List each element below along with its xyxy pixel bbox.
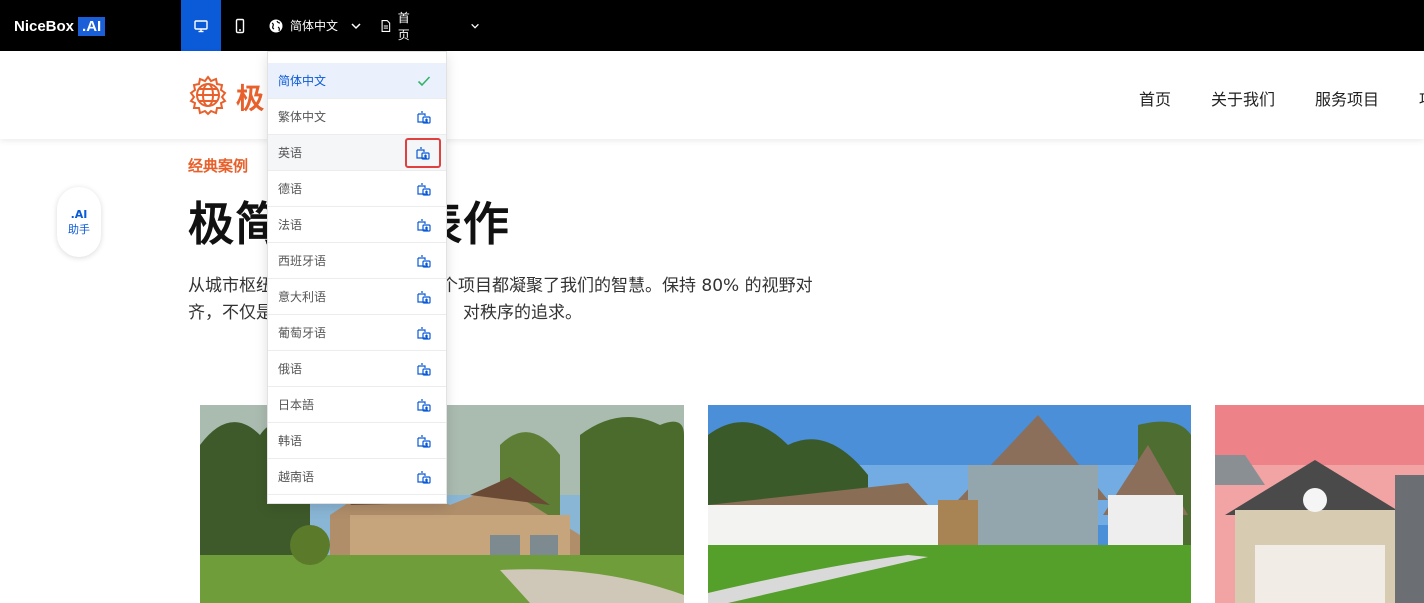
language-option-label: 俄语 <box>278 362 303 376</box>
language-option[interactable]: 繁体中文 <box>268 99 446 135</box>
main-nav: 首页 关于我们 服务项目 项 <box>1139 86 1424 110</box>
language-option[interactable]: 韩语 <box>268 423 446 459</box>
language-option[interactable]: 俄语 <box>268 351 446 387</box>
language-option[interactable]: 德语 <box>268 171 446 207</box>
nav-item-projects[interactable]: 项 <box>1419 86 1424 110</box>
nav-item-about[interactable]: 关于我们 <box>1211 86 1275 110</box>
language-option-label: 英语 <box>278 146 303 160</box>
translate-icon[interactable] <box>416 325 432 341</box>
translate-icon[interactable] <box>415 145 431 161</box>
case-photo-3[interactable] <box>1215 405 1424 603</box>
checkmark-icon <box>417 76 431 87</box>
language-option[interactable]: 西班牙语 <box>268 243 446 279</box>
language-option[interactable]: 英语 <box>268 135 446 171</box>
language-option-label: 简体中文 <box>278 74 327 88</box>
brand-logo: NiceBox .AI <box>14 15 106 37</box>
house-photo-image <box>1215 405 1424 603</box>
chevron-down-icon <box>471 23 479 29</box>
description-line2-left: 齐，不仅是 <box>188 303 273 323</box>
translate-icon[interactable] <box>416 253 432 269</box>
language-option-label: 越南语 <box>278 470 315 484</box>
chevron-down-icon <box>351 22 361 29</box>
editor-toolbar: NiceBox .AI 简体中文 首页 <box>0 0 1424 51</box>
ai-helper-label: 助手 <box>68 222 90 236</box>
brand-name: NiceBox <box>14 17 75 35</box>
description-line2-right: 对秩序的追求。 <box>463 303 582 323</box>
language-option[interactable]: 法语 <box>268 207 446 243</box>
language-option-label: 法语 <box>278 218 303 232</box>
description-line1-right: 个项目都凝聚了我们的智慧。保持 80% 的视野对 <box>441 276 813 296</box>
ai-helper-button[interactable]: .AI 助手 <box>57 187 101 257</box>
language-option[interactable]: 葡萄牙语 <box>268 315 446 351</box>
page-selector-label: 首页 <box>397 10 410 42</box>
case-photo-2[interactable] <box>708 405 1191 603</box>
brand-ai-badge: .AI <box>78 16 106 36</box>
language-option[interactable]: 日本語 <box>268 387 446 423</box>
ai-helper-tag: .AI <box>70 207 88 221</box>
document-icon <box>381 19 391 32</box>
desktop-view-button[interactable] <box>181 0 221 51</box>
language-option-label: 西班牙语 <box>278 254 327 268</box>
nav-item-services[interactable]: 服务项目 <box>1315 86 1379 110</box>
translate-icon[interactable] <box>416 433 432 449</box>
translate-icon[interactable] <box>416 181 432 197</box>
gear-globe-logo-icon <box>189 75 227 116</box>
house-photo-image <box>708 405 1191 603</box>
page-selector[interactable]: 首页 <box>380 0 480 51</box>
language-selector-label: 简体中文 <box>290 19 339 33</box>
language-option[interactable]: 意大利语 <box>268 279 446 315</box>
mobile-view-button[interactable] <box>227 0 253 51</box>
site-header: 极 首页 关于我们 服务项目 项 <box>0 51 1424 139</box>
phone-icon <box>235 18 245 33</box>
language-option-label: 葡萄牙语 <box>278 326 327 340</box>
translate-icon[interactable] <box>416 397 432 413</box>
translate-icon[interactable] <box>416 289 432 305</box>
language-option-label: 繁体中文 <box>278 110 327 124</box>
site-logo-text: 极 <box>236 82 265 115</box>
language-selector[interactable]: 简体中文 <box>268 0 370 51</box>
language-option-label: 日本語 <box>278 398 315 412</box>
nav-item-home[interactable]: 首页 <box>1139 86 1171 110</box>
translate-icon[interactable] <box>416 109 432 125</box>
translate-action-highlight[interactable] <box>405 138 441 168</box>
monitor-icon <box>194 19 208 32</box>
language-option-label: 德语 <box>278 182 303 196</box>
language-option-label: 韩语 <box>278 434 303 448</box>
translate-icon[interactable] <box>416 469 432 485</box>
section-eyebrow: 经典案例 <box>188 157 249 175</box>
translate-icon[interactable] <box>416 361 432 377</box>
language-option[interactable]: 越南语 <box>268 459 446 495</box>
globe-icon <box>269 19 283 32</box>
language-option[interactable]: 简体中文 <box>268 63 446 99</box>
language-dropdown: 简体中文 繁体中文 英语 德语 法语 西班牙语 意大利语 葡萄牙语 俄语 日本語… <box>267 51 447 504</box>
description-line1-left: 从城市枢纽 <box>188 276 273 296</box>
language-option-label: 意大利语 <box>278 290 327 304</box>
translate-icon[interactable] <box>416 217 432 233</box>
